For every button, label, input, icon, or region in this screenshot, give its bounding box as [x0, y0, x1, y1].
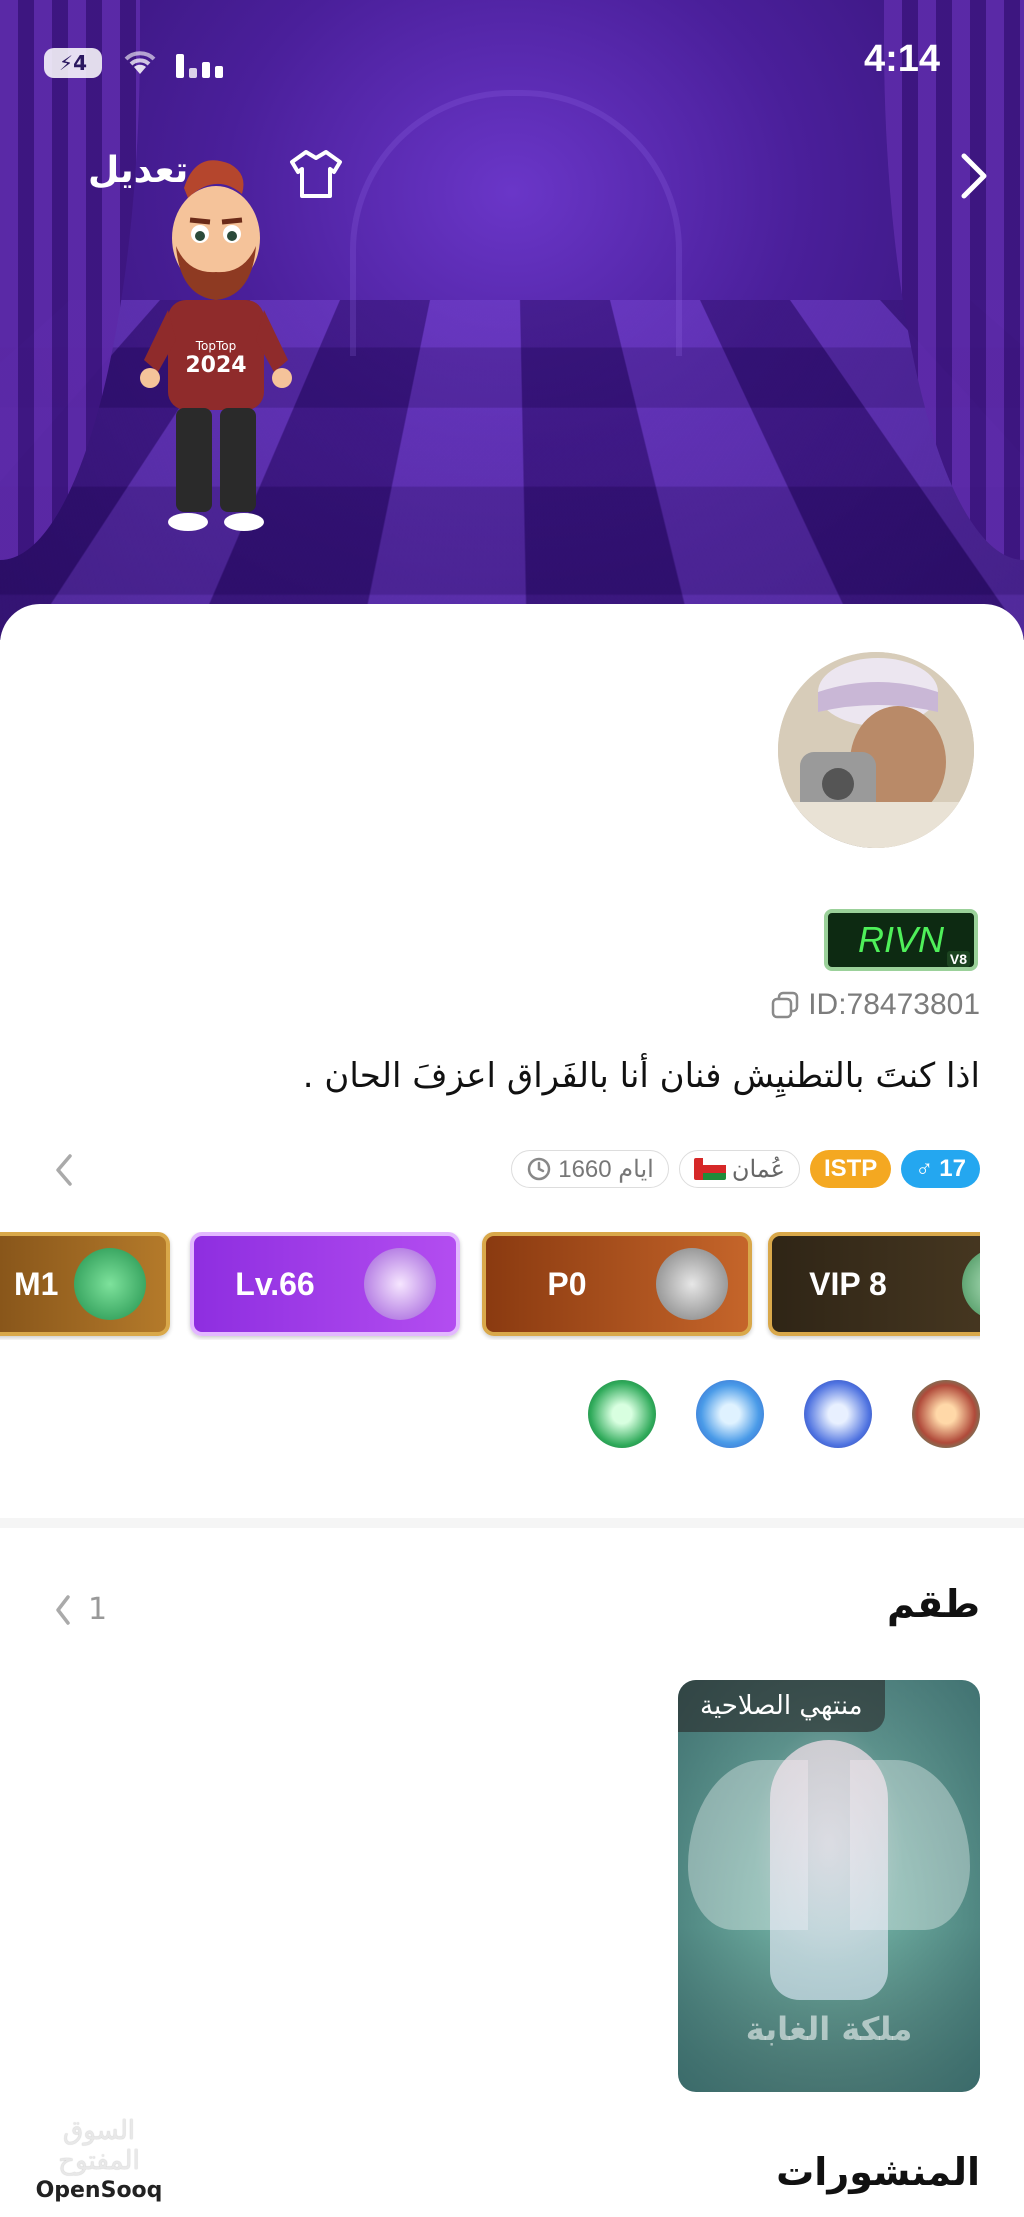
- days-tag: 1660 ايام: [511, 1150, 669, 1188]
- outfit-shirt-icon[interactable]: [288, 146, 344, 202]
- user-id-row[interactable]: ID:78473801: [770, 988, 980, 1022]
- crown-badge-icon[interactable]: [804, 1380, 872, 1448]
- copy-icon[interactable]: [770, 990, 800, 1020]
- treasure-badge-icon[interactable]: [588, 1380, 656, 1448]
- profile-card: RIVN V8 ID:78473801 اذا كنتَ بالتطنيِش ف…: [0, 604, 1024, 2217]
- battery-icon: ⚡ 4: [44, 48, 102, 78]
- section-divider: [0, 1518, 1024, 1528]
- user-bio: اذا كنتَ بالتطنيِش فنان أنا بالفَراق اعز…: [302, 1056, 980, 1096]
- achievement-badges: [588, 1380, 980, 1448]
- gender-age-tag: ♂ 17: [901, 1150, 980, 1188]
- level-banner-lv[interactable]: Lv.66: [190, 1232, 460, 1336]
- set-name: ملكة الغابة: [745, 2010, 913, 2048]
- chevron-left-icon[interactable]: [52, 1593, 74, 1627]
- user-tags: ♂ 17 ISTP عُمان 1660 ايام: [511, 1150, 980, 1188]
- gift-badge-icon[interactable]: [912, 1380, 980, 1448]
- signal-icon: [176, 50, 224, 78]
- profile-avatar-photo[interactable]: [778, 652, 974, 848]
- level-banner-m1[interactable]: M1: [0, 1232, 170, 1336]
- oman-flag-icon: [693, 1158, 726, 1180]
- level-banner-vip[interactable]: VIP 8: [768, 1232, 980, 1336]
- svg-text:TopTop: TopTop: [195, 339, 237, 353]
- level-banners: M1 Lv.66 P0 VIP 8: [0, 1232, 980, 1340]
- user-id: ID:78473801: [808, 988, 980, 1021]
- opensooq-watermark: السوق المفتوح OpenSooq: [24, 2116, 174, 2205]
- background-arch: [350, 90, 682, 356]
- sets-count: 1: [88, 1592, 108, 1627]
- sets-section-title: طقم: [887, 1582, 980, 1626]
- clock: 4:14: [863, 38, 940, 80]
- male-icon: ♂: [915, 1155, 934, 1182]
- wifi-icon: [124, 51, 156, 74]
- profile-hero-background: ⚡ 4 4:14 تعديل TopTop 2024: [0, 0, 1024, 640]
- mbti-tag: ISTP: [809, 1150, 892, 1188]
- status-bar: ⚡ 4 4:14: [0, 0, 1024, 120]
- chevron-left-icon[interactable]: [52, 1152, 76, 1188]
- profile-photo-image: [778, 652, 974, 848]
- vip-emblem-icon: [962, 1248, 980, 1320]
- crown-icon: [364, 1248, 436, 1320]
- svg-text:2024: 2024: [185, 353, 246, 378]
- posts-section-title: المنشورات: [776, 2150, 980, 2194]
- name-badge: RIVN V8: [824, 909, 978, 971]
- chevron-right-icon[interactable]: [954, 150, 994, 202]
- country-tag: عُمان: [678, 1150, 800, 1188]
- gift-box-badge-icon[interactable]: [696, 1380, 764, 1448]
- clock-icon: [527, 1157, 551, 1181]
- treasure-chest-icon: [74, 1248, 146, 1320]
- winged-emblem-icon: [656, 1248, 728, 1320]
- outfit-set-card[interactable]: منتهي الصلاحية ملكة الغابة: [678, 1680, 980, 2092]
- expired-label: منتهي الصلاحية: [678, 1680, 885, 1732]
- level-banner-p0[interactable]: P0: [482, 1232, 752, 1336]
- avatar-character: TopTop 2024: [140, 160, 292, 531]
- sets-pager[interactable]: 1: [52, 1592, 107, 1627]
- set-character-image: [770, 1740, 888, 2000]
